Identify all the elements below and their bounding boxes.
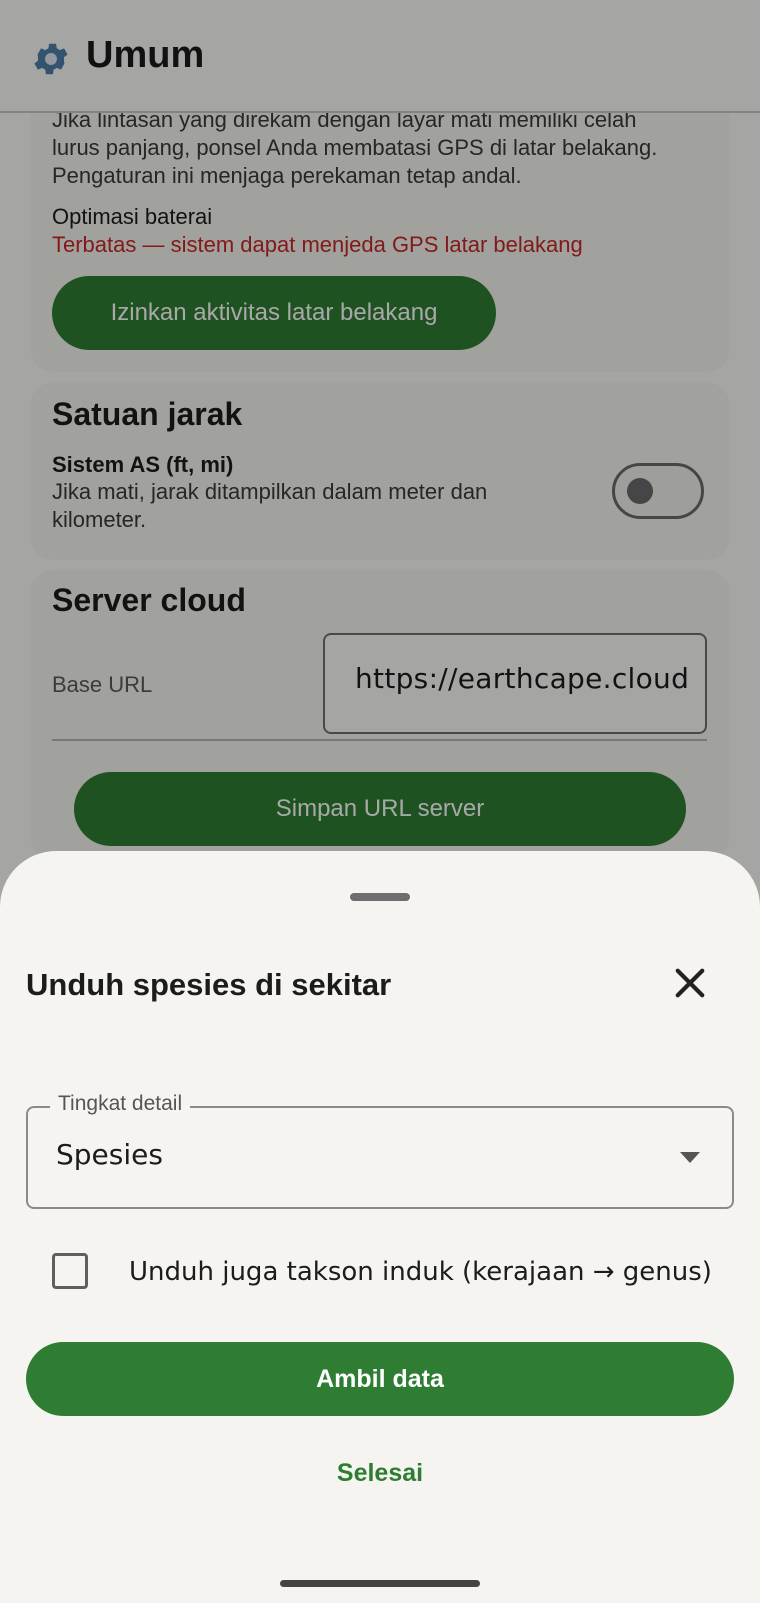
close-icon[interactable] <box>669 962 711 1004</box>
detail-level-label: Tingkat detail <box>50 1092 191 1116</box>
drag-handle[interactable] <box>350 893 410 901</box>
sheet-title: Unduh spesies di sekitar <box>26 967 392 1002</box>
done-button[interactable]: Selesai <box>300 1443 460 1503</box>
gesture-home-bar[interactable] <box>280 1580 480 1587</box>
parent-taxa-label[interactable]: Unduh juga takson induk (kerajaan → genu… <box>129 1257 712 1287</box>
dropdown-arrow-icon <box>680 1152 700 1163</box>
parent-taxa-checkbox[interactable] <box>52 1253 88 1289</box>
detail-level-value: Spesies <box>56 1138 163 1171</box>
download-species-sheet: Unduh spesies di sekitar Tingkat detail … <box>0 851 760 1603</box>
detail-level-select[interactable]: Tingkat detail Spesies <box>26 1092 734 1209</box>
fetch-data-button[interactable]: Ambil data <box>26 1342 734 1416</box>
